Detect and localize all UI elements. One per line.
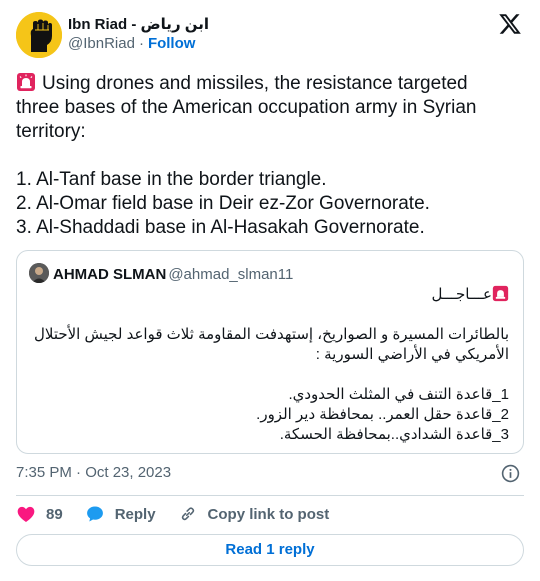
tweet-line: 2. Al-Omar field base in Deir ez-Zor Gov… bbox=[16, 193, 430, 214]
copy-link-button[interactable]: Copy link to post bbox=[178, 504, 330, 524]
divider bbox=[16, 495, 524, 496]
quoted-author-handle[interactable]: @ahmad_slman11 bbox=[168, 266, 293, 283]
heart-icon bbox=[17, 506, 35, 522]
like-count: 89 bbox=[46, 505, 63, 523]
quoted-line: الأمريكي في الأراضي السورية : bbox=[315, 346, 509, 363]
quoted-tweet[interactable]: AHMAD SLMAN @ahmad_slman11 عـــاجـــل بال… bbox=[16, 250, 524, 454]
tweet-line: 3. Al-Shaddadi base in Al-Hasakah Govern… bbox=[16, 217, 425, 238]
quoted-author-avatar[interactable] bbox=[29, 263, 49, 283]
link-icon bbox=[181, 507, 194, 521]
separator-dot: · bbox=[138, 35, 144, 52]
quoted-line-text: عـــاجـــل bbox=[431, 286, 492, 303]
tweet-header: Ibn Riad - ابن رياض @IbnRiad · Follow bbox=[16, 12, 524, 58]
siren-icon bbox=[17, 73, 35, 91]
author-display-name[interactable]: Ibn Riad - ابن رياض bbox=[68, 15, 209, 34]
tweet-line: three bases of the American occupation a… bbox=[16, 97, 477, 118]
tweet-line: 1. Al-Tanf base in the border triangle. bbox=[16, 169, 327, 190]
tweet-line-text: Using drones and missiles, the resistanc… bbox=[42, 73, 468, 94]
tweet-line bbox=[16, 144, 516, 168]
tweet-timestamp[interactable]: 7:35 PM · Oct 23, 2023 bbox=[16, 463, 171, 483]
follow-link[interactable]: Follow bbox=[148, 35, 196, 52]
quoted-author-name[interactable]: AHMAD SLMAN bbox=[53, 266, 166, 283]
read-replies-button[interactable]: Read 1 reply bbox=[16, 534, 524, 566]
siren-icon bbox=[492, 285, 509, 302]
x-logo-icon[interactable] bbox=[498, 12, 522, 36]
tweet-actions: 89 Reply Copy link to post bbox=[16, 502, 351, 526]
person-avatar-icon bbox=[29, 263, 49, 283]
copy-link-label: Copy link to post bbox=[207, 505, 330, 523]
author-handle[interactable]: @IbnRiad bbox=[68, 35, 135, 52]
raised-fist-icon bbox=[16, 12, 62, 58]
reply-label: Reply bbox=[114, 505, 156, 523]
quoted-line: 2_قاعدة حقل العمر.. بمحافظة دير الزور. bbox=[256, 406, 509, 423]
quoted-line: عـــاجـــل bbox=[29, 285, 509, 305]
tweet-line: Using drones and missiles, the resistanc… bbox=[16, 72, 516, 96]
quoted-line: 1_قاعدة التنف في المثلث الحدودي. bbox=[288, 386, 509, 403]
reply-bubble-icon bbox=[86, 506, 103, 522]
author-avatar[interactable] bbox=[16, 12, 62, 58]
quoted-tweet-body: عـــاجـــل بالطائرات المسيرة و الصواريخ،… bbox=[29, 285, 509, 445]
tweet-body: Using drones and missiles, the resistanc… bbox=[16, 72, 516, 240]
tweet-line: territory: bbox=[16, 121, 86, 142]
info-icon[interactable] bbox=[501, 464, 520, 483]
like-button[interactable]: 89 bbox=[16, 504, 63, 524]
quoted-line bbox=[29, 365, 509, 385]
quoted-line bbox=[29, 305, 509, 325]
quoted-line: بالطائرات المسيرة و الصواريخ، إستهدفت ال… bbox=[33, 326, 509, 343]
quoted-line: 3_قاعدة الشدادي..بمحافظة الحسكة. bbox=[279, 426, 509, 443]
reply-button[interactable]: Reply bbox=[85, 504, 156, 524]
